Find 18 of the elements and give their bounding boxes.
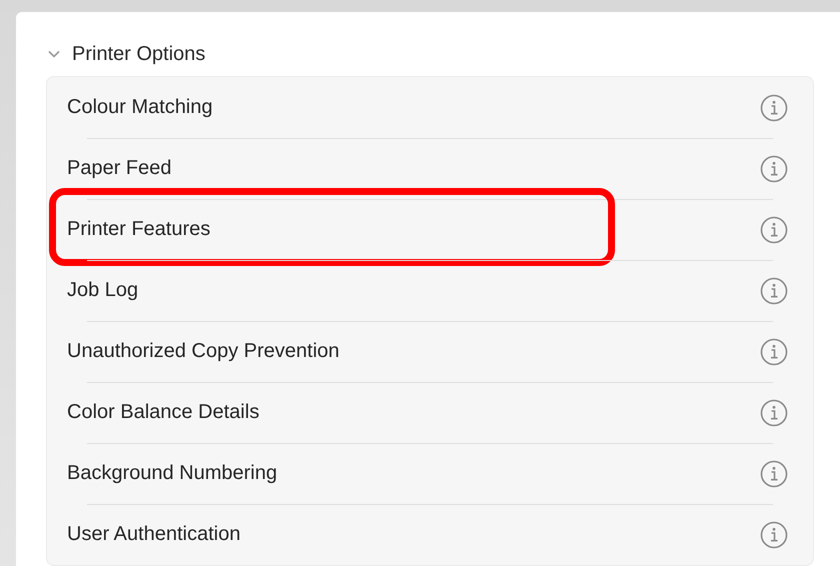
info-icon[interactable] [760,338,788,366]
option-label[interactable]: Colour Matching [67,96,213,119]
option-label[interactable]: Paper Feed [67,157,172,180]
section-title: Printer Options [72,42,206,66]
info-icon[interactable] [760,94,788,122]
info-icon[interactable] [760,276,788,304]
option-label[interactable]: Job Log [67,279,138,302]
info-icon[interactable] [760,154,788,182]
option-label[interactable]: User Authentication [67,523,240,546]
info-icon[interactable] [760,216,788,244]
option-label[interactable]: Background Numbering [67,462,278,485]
info-icon[interactable] [760,520,788,548]
info-icon[interactable] [760,460,788,488]
chevron-icon[interactable] [48,50,60,58]
info-icon[interactable] [760,398,788,426]
option-label[interactable]: Printer Features [67,218,210,241]
option-label[interactable]: Unauthorized Copy Prevention [67,340,340,363]
option-label[interactable]: Color Balance Details [67,401,260,424]
